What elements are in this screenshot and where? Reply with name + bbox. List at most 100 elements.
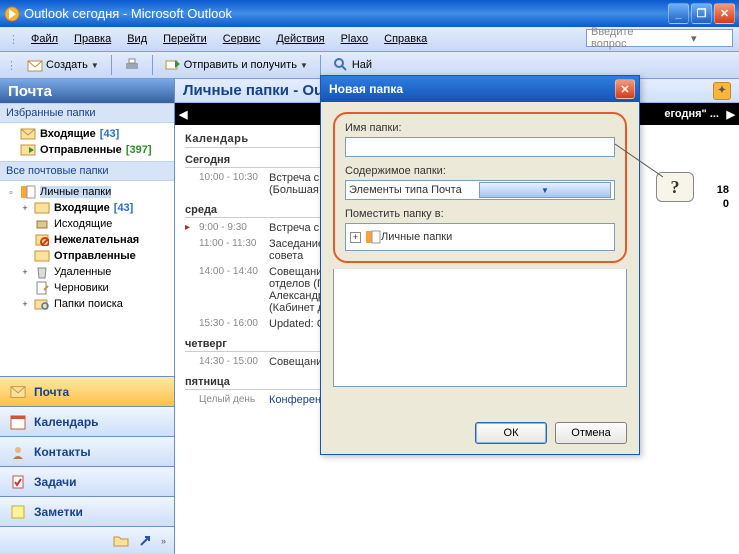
outlook-today-icon <box>20 185 36 199</box>
ok-button[interactable]: ОК <box>475 422 547 444</box>
sent-icon <box>20 143 36 157</box>
tree-outbox[interactable]: Исходящие <box>20 216 172 232</box>
tree-root-label: Личные папки <box>381 231 452 243</box>
tree-drafts[interactable]: Черновики <box>20 280 172 296</box>
search-icon <box>333 57 349 73</box>
chevron-down-icon: ▼ <box>300 61 308 70</box>
outlook-today-icon <box>365 230 381 244</box>
folder-tree-area[interactable] <box>333 269 627 387</box>
allfolders-header: Все почтовые папки <box>0 161 174 181</box>
minimize-button[interactable]: _ <box>668 3 689 24</box>
window-title: Outlook сегодня - Microsoft Outlook <box>24 6 668 21</box>
close-button[interactable]: ✕ <box>714 3 735 24</box>
favorites-header: Избранные папки <box>0 103 174 123</box>
tree-junk[interactable]: Нежелательная <box>20 232 172 248</box>
menu-help[interactable]: Справка <box>376 31 435 47</box>
nav-calendar-button[interactable]: Календарь <box>0 406 174 436</box>
shortcuts-icon[interactable] <box>137 534 153 548</box>
menu-edit[interactable]: Правка <box>66 31 119 47</box>
contacts-icon <box>10 445 26 459</box>
dialog-title: Новая папка <box>325 82 615 96</box>
outlook-icon <box>4 6 20 22</box>
cancel-button[interactable]: Отмена <box>555 422 627 444</box>
expand-icon[interactable]: + <box>20 299 30 309</box>
dialog-titlebar: Новая папка ✕ <box>321 76 639 102</box>
expand-icon[interactable]: + <box>20 267 30 277</box>
customize-icon[interactable]: ✦ <box>713 82 731 100</box>
find-label: Най <box>352 59 372 71</box>
tree-sent[interactable]: Отправленные <box>20 248 172 264</box>
inbox-icon <box>34 201 50 215</box>
chevron-down-icon: ▾ <box>660 32 729 45</box>
tasks-icon <box>10 475 26 489</box>
menu-view[interactable]: Вид <box>119 31 155 47</box>
ask-question-box[interactable]: Введите вопрос ▾ <box>586 29 733 47</box>
outbox-icon <box>34 217 50 231</box>
mail-icon <box>10 385 26 399</box>
ask-question-placeholder: Введите вопрос <box>591 26 660 50</box>
find-button[interactable]: Най <box>328 54 377 76</box>
new-mail-icon <box>27 57 43 73</box>
trash-icon <box>34 265 50 279</box>
place-in-label: Поместить папку в: <box>345 208 615 220</box>
send-receive-icon <box>165 57 181 73</box>
tree-deleted[interactable]: +Удаленные <box>20 264 172 280</box>
tree-search-folders[interactable]: +Папки поиска <box>20 296 172 312</box>
arrow-right-icon: ▶ <box>719 108 735 121</box>
navigation-pane: Почта Избранные папки Входящие [43] Отпр… <box>0 79 175 554</box>
new-button-label: Создать <box>46 59 88 71</box>
nav-header: Почта <box>0 79 174 103</box>
dialog-close-button[interactable]: ✕ <box>615 79 635 99</box>
expand-icon[interactable]: + <box>20 203 30 213</box>
print-button[interactable] <box>119 54 145 76</box>
folder-tree-select[interactable]: + Личные папки <box>345 223 615 251</box>
send-receive-label: Отправить и получить <box>184 59 297 71</box>
folder-content-label: Содержимое папки: <box>345 165 615 177</box>
new-button[interactable]: Создать ▼ <box>22 54 104 76</box>
menu-tools[interactable]: Сервис <box>215 31 269 47</box>
tree-inbox[interactable]: +Входящие [43] <box>20 200 172 216</box>
help-icon: ? <box>671 177 680 198</box>
menu-go[interactable]: Перейти <box>155 31 215 47</box>
search-folder-icon <box>34 297 50 311</box>
calendar-icon <box>10 415 26 429</box>
highlighted-group: Имя папки: Содержимое папки: Элементы ти… <box>333 112 627 263</box>
drafts-icon <box>34 281 50 295</box>
folder-content-select[interactable]: Элементы типа Почта ▼ <box>345 180 615 200</box>
menubar: ⋮ Файл Правка Вид Перейти Сервис Действи… <box>0 27 739 52</box>
inbox-icon <box>20 127 36 141</box>
new-folder-dialog: Новая папка ✕ Имя папки: Содержимое папк… <box>320 75 640 455</box>
nav-buttons: Почта Календарь Контакты Задачи Заметки <box>0 376 174 526</box>
collapse-icon[interactable]: ▫ <box>6 187 16 197</box>
chevron-down-icon: ▼ <box>479 182 611 198</box>
send-receive-button[interactable]: Отправить и получить ▼ <box>160 54 313 76</box>
printer-icon <box>124 57 140 73</box>
folder-tree: ▫ Личные папки +Входящие [43] Исходящие … <box>0 181 174 376</box>
fav-sent[interactable]: Отправленные [397] <box>6 142 172 158</box>
help-balloon[interactable]: ? <box>656 172 694 202</box>
expand-icon[interactable]: + <box>350 232 361 243</box>
maximize-button[interactable]: ❐ <box>691 3 712 24</box>
window-titlebar: Outlook сегодня - Microsoft Outlook _ ❐ … <box>0 0 739 27</box>
menu-plaxo[interactable]: Plaxo <box>333 31 377 47</box>
folder-name-label: Имя папки: <box>345 122 615 134</box>
favorites-list: Входящие [43] Отправленные [397] <box>0 123 174 161</box>
notes-icon <box>10 505 26 519</box>
nav-icon-strip: » <box>0 526 174 554</box>
configure-icon[interactable]: » <box>161 536 166 546</box>
arrow-left-icon: ◀ <box>179 108 195 121</box>
tree-root[interactable]: ▫ Личные папки <box>6 184 172 200</box>
folder-content-value: Элементы типа Почта <box>349 184 479 196</box>
menu-actions[interactable]: Действия <box>268 31 332 47</box>
folder-icon[interactable] <box>113 534 129 548</box>
sent-icon <box>34 249 50 263</box>
nav-tasks-button[interactable]: Задачи <box>0 466 174 496</box>
fav-inbox[interactable]: Входящие [43] <box>6 126 172 142</box>
menu-file[interactable]: Файл <box>23 31 66 47</box>
junk-icon <box>34 233 50 247</box>
nav-mail-button[interactable]: Почта <box>0 376 174 406</box>
nav-contacts-button[interactable]: Контакты <box>0 436 174 466</box>
nav-notes-button[interactable]: Заметки <box>0 496 174 526</box>
chevron-down-icon: ▼ <box>91 61 99 70</box>
folder-name-input[interactable] <box>345 137 615 157</box>
